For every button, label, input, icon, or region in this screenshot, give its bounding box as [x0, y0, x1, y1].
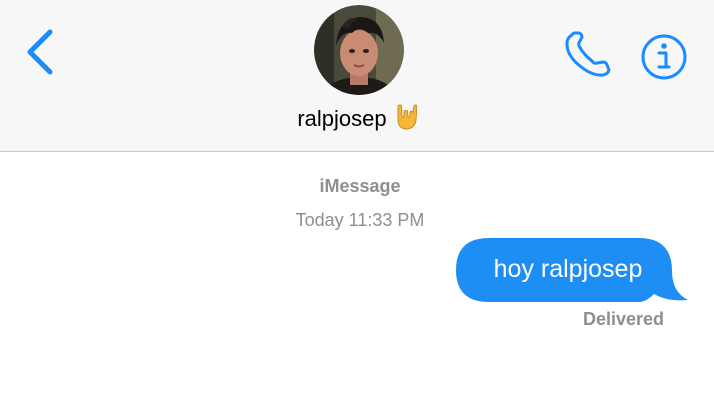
back-button[interactable]	[22, 26, 62, 78]
message-timestamp: Today 11:33 PM	[295, 210, 425, 230]
message-text: hoy ralpjosep	[493, 255, 643, 283]
info-button[interactable]	[640, 33, 688, 81]
contact-name-button[interactable]: ralpjosep	[0, 104, 714, 134]
phone-icon	[565, 31, 611, 77]
imessage-conversation-screen: ralpjosep iMessage Today 11:33 PM hoy ra…	[0, 0, 714, 406]
delivery-status: Delivered	[582, 309, 664, 329]
info-icon	[641, 34, 687, 80]
call-button[interactable]	[562, 31, 612, 79]
outgoing-message-bubble[interactable]: hoy ralpjosep	[440, 236, 690, 308]
service-label: iMessage	[319, 176, 401, 196]
chevron-left-icon	[27, 29, 53, 75]
contact-avatar[interactable]	[314, 5, 404, 95]
contact-name: ralpjosep	[297, 106, 387, 131]
avatar-photo	[314, 5, 404, 95]
conversation-header: ralpjosep	[0, 0, 714, 152]
sign-of-the-horns-emoji-icon	[395, 104, 418, 130]
